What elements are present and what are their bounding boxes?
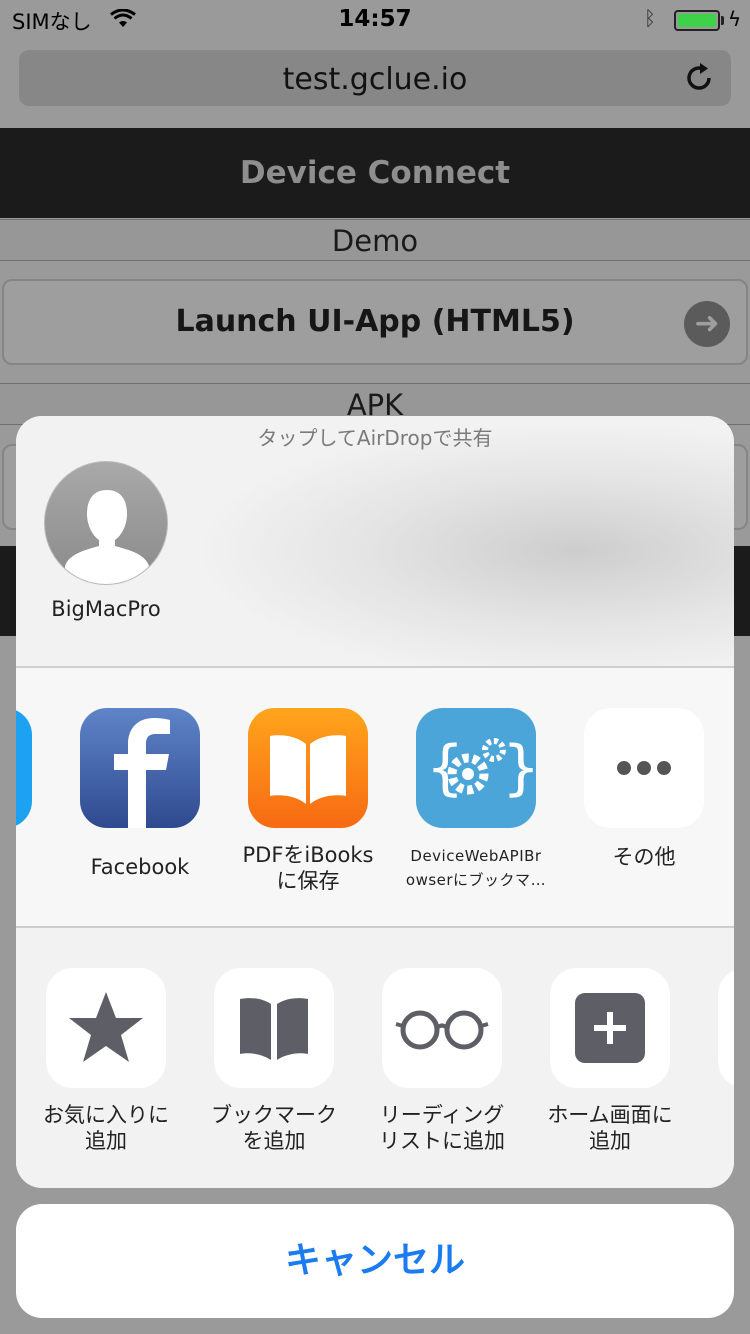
url-text: test.gclue.io (282, 62, 468, 97)
action-label-home-screen-line2: 追加 (589, 1129, 631, 1153)
app-label-ibooks-line1: PDFをiBooks (242, 843, 374, 867)
plus-square-icon (575, 993, 645, 1063)
svg-text:{: { (426, 733, 464, 803)
share-actions-row[interactable]: お気に入りに 追加 ブックマーク を追加 リーディング リストに追加 ホーム画面… (16, 928, 734, 1188)
action-label-home-screen: ホーム画面に 追加 (526, 1102, 694, 1154)
battery-icon (674, 10, 720, 31)
section-demo: Demo (0, 219, 750, 261)
twitter-icon[interactable] (16, 708, 32, 828)
airdrop-section: タップしてAirDropで共有 BigMacPro (16, 416, 734, 666)
next-action-partial[interactable] (718, 968, 734, 1088)
ibooks-icon[interactable] (248, 708, 368, 828)
add-bookmark-button[interactable] (214, 968, 334, 1088)
cancel-button[interactable]: キャンセル (16, 1204, 734, 1318)
star-icon (69, 992, 143, 1062)
app-label-devicewebapi-line1: DeviceWebAPIBr (410, 847, 542, 865)
facebook-icon[interactable] (80, 708, 200, 828)
gear-code-icon[interactable]: { } (416, 708, 536, 828)
share-apps-row[interactable]: Facebook PDFをiBooks に保存 { } DeviceWebAPI… (16, 668, 734, 926)
glasses-icon (395, 1010, 489, 1050)
action-label-favorite-line2: 追加 (85, 1129, 127, 1153)
app-label-devicewebapi: DeviceWebAPIBr owserにブックマ… (392, 844, 560, 892)
arrow-right-icon: ➜ (684, 301, 730, 347)
add-favorite-button[interactable] (46, 968, 166, 1088)
action-label-reading-list-line2: リストに追加 (379, 1129, 505, 1153)
book-icon (240, 998, 308, 1060)
action-label-reading-list-line1: リーディング (379, 1103, 505, 1127)
svg-text:}: } (502, 733, 536, 803)
reload-icon[interactable] (685, 62, 715, 98)
app-label-ibooks-line2: に保存 (276, 869, 340, 893)
page-header: Device Connect (0, 128, 750, 218)
airdrop-person-name: BigMacPro (51, 597, 161, 621)
clock: 14:57 (338, 6, 412, 32)
add-reading-list-button[interactable] (382, 968, 502, 1088)
launch-button-label: Launch UI-App (HTML5) (175, 304, 575, 339)
action-label-bookmark-line2: を追加 (242, 1129, 306, 1153)
launch-ui-app-button[interactable]: Launch UI-App (HTML5) ➜ (2, 279, 748, 365)
action-label-bookmark: ブックマーク を追加 (190, 1102, 358, 1154)
share-sheet: タップしてAirDropで共有 BigMacPro Facebook PDFをi… (16, 416, 734, 1188)
app-label-devicewebapi-line2: owserにブックマ… (405, 871, 547, 889)
app-label-facebook: Facebook (90, 855, 190, 879)
address-bar[interactable]: test.gclue.io (19, 50, 731, 106)
bluetooth-icon: ᛒ (644, 6, 656, 30)
action-label-home-screen-line1: ホーム画面に (547, 1103, 673, 1127)
action-label-favorite-line1: お気に入りに (43, 1103, 169, 1127)
add-to-home-screen-button[interactable] (550, 968, 670, 1088)
action-label-favorite: お気に入りに 追加 (22, 1102, 190, 1154)
app-label-ibooks: PDFをiBooks に保存 (224, 842, 392, 894)
person-avatar-icon[interactable] (44, 461, 168, 585)
more-dots-icon[interactable] (584, 708, 704, 828)
status-bar: SIMなし 14:57 ᛒ ϟ (0, 0, 750, 40)
airdrop-hint: タップしてAirDropで共有 (257, 426, 493, 450)
battery-tip (721, 16, 724, 25)
charging-icon: ϟ (728, 7, 742, 31)
action-label-reading-list: リーディング リストに追加 (358, 1102, 526, 1154)
action-label-bookmark-line1: ブックマーク (211, 1103, 337, 1127)
app-label-more: その他 (612, 845, 676, 869)
